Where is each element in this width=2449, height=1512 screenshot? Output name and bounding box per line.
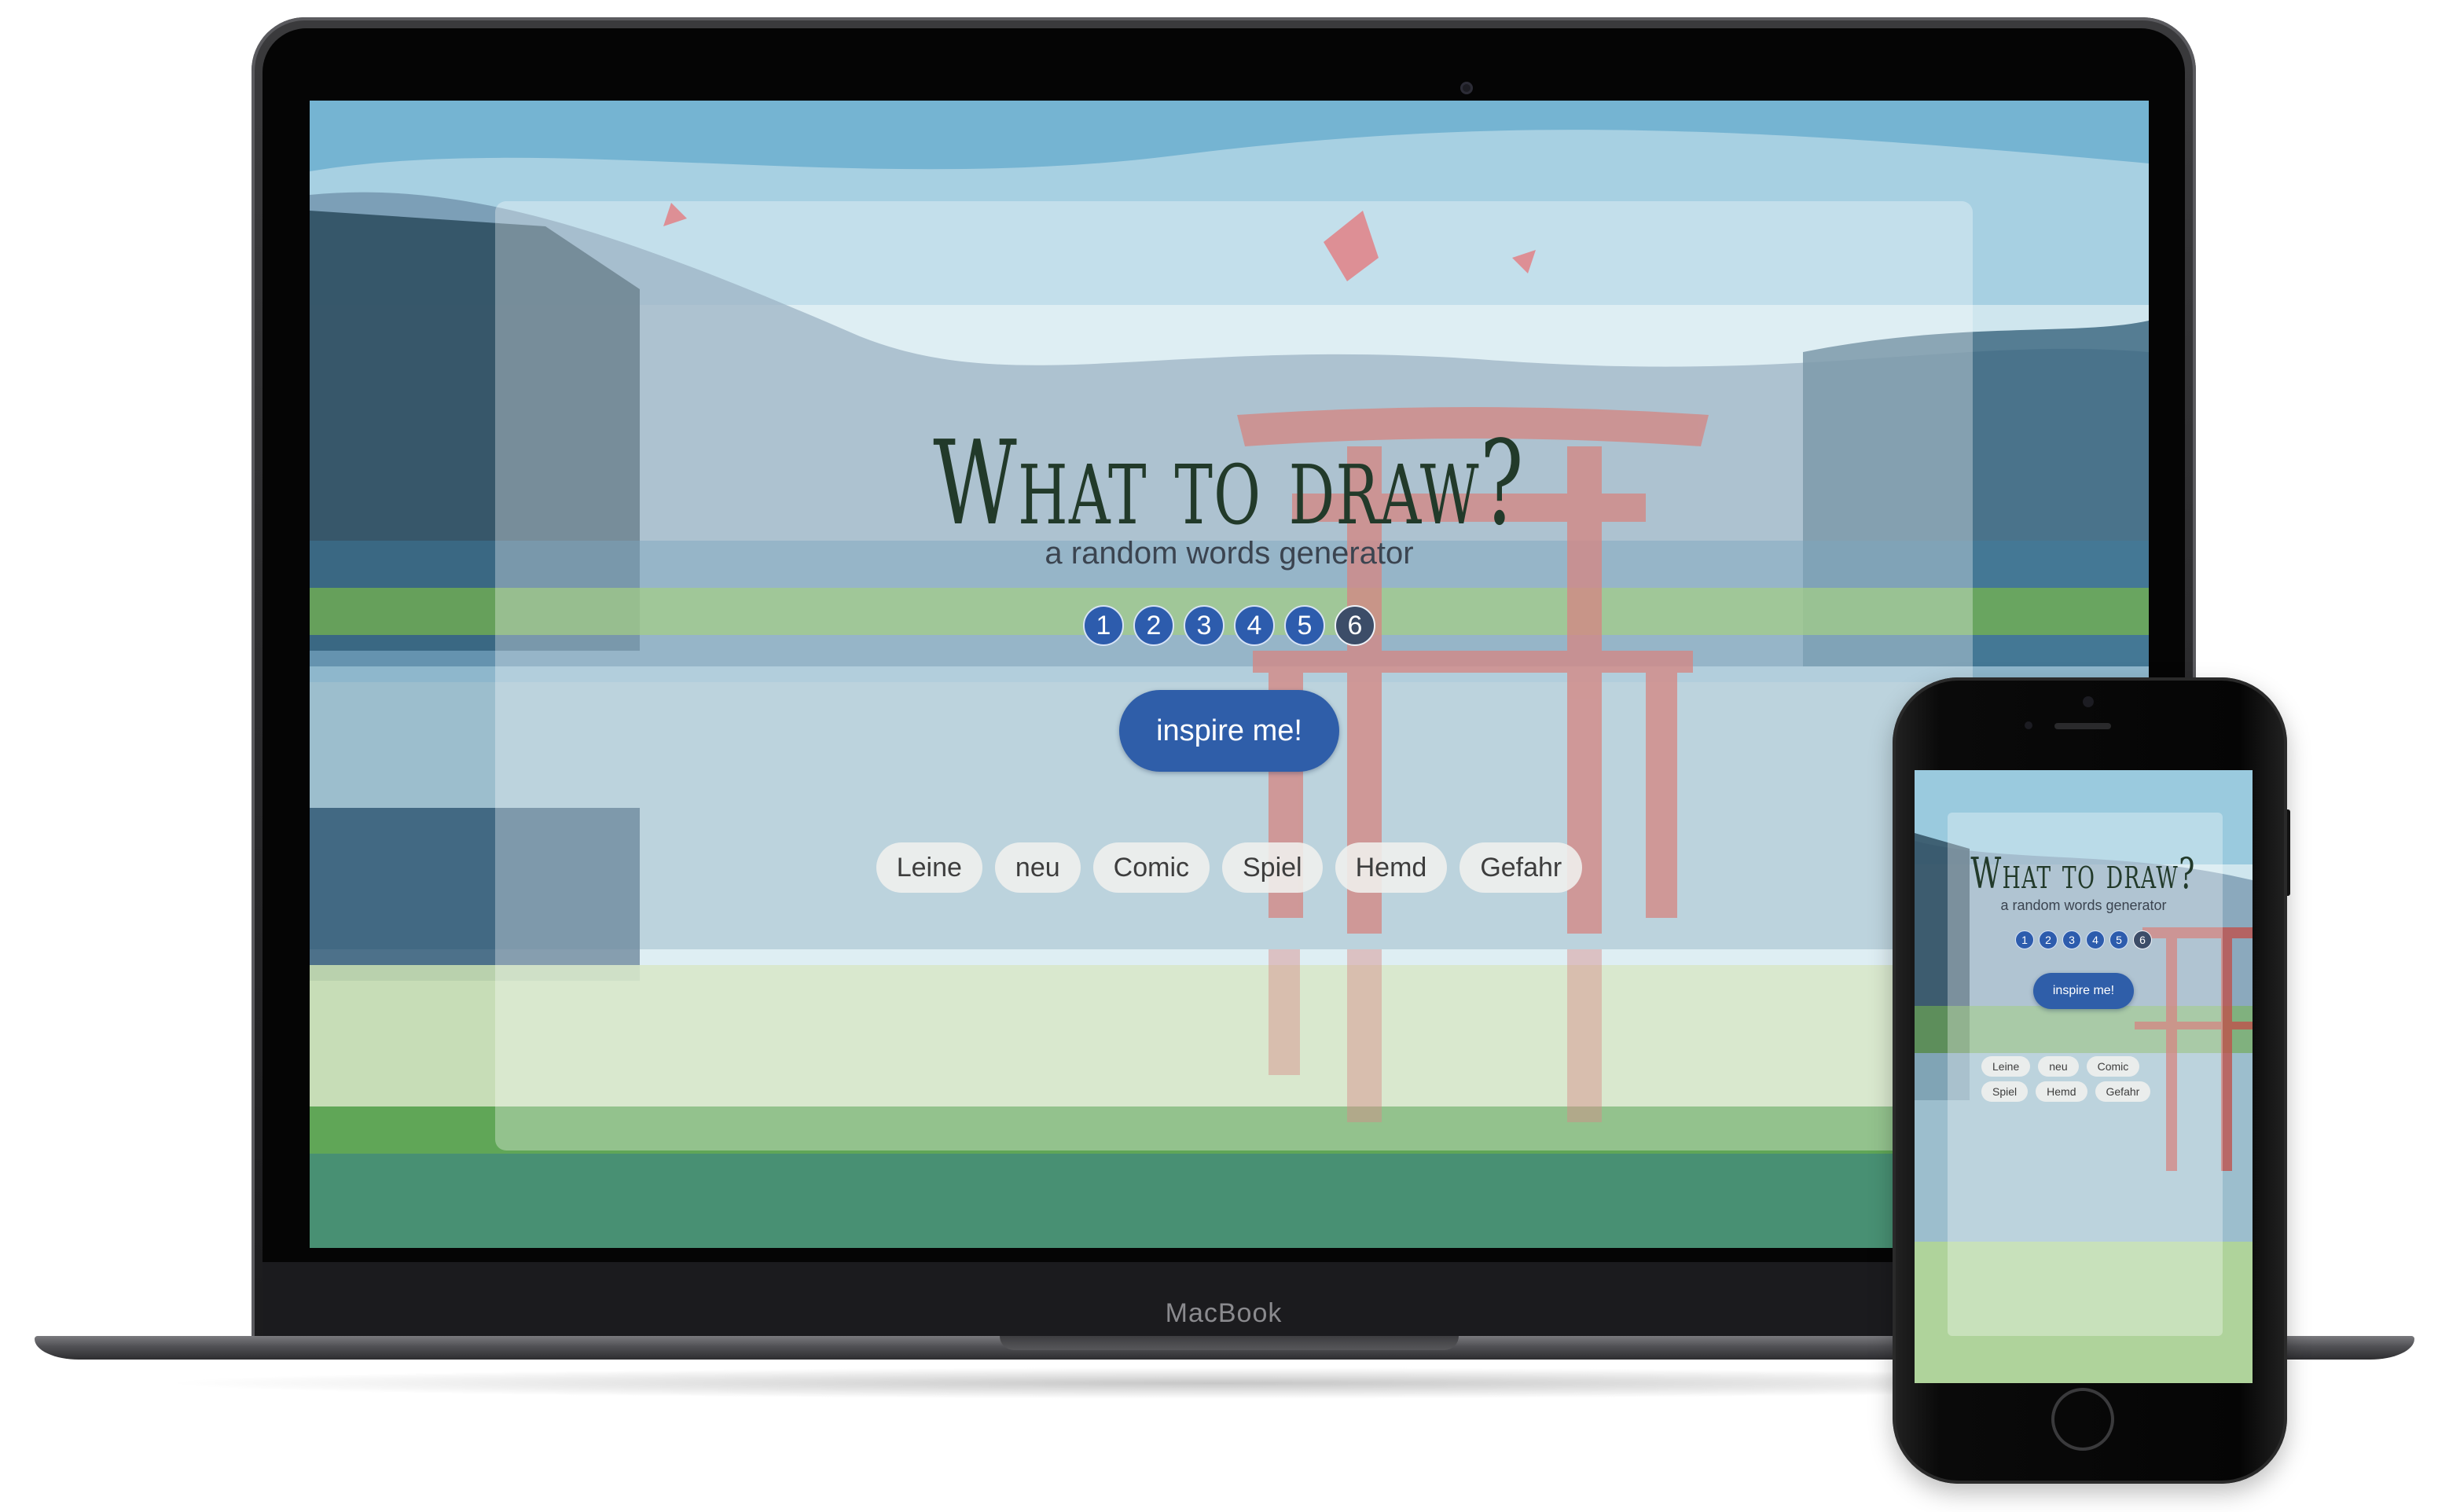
macbook-notch [1000,1336,1459,1350]
app-title: What to draw? [933,416,1526,551]
count-option-4[interactable]: 4 [1234,605,1275,646]
word-chip: Hemd [2036,1081,2087,1102]
app-subtitle: a random words generator [1045,536,1414,571]
word-chip: Comic [1092,842,1210,893]
word-list: Leine neu Comic Spiel Hemd Gefahr [1981,1056,2186,1102]
inspire-button-wrap: inspire me! [310,690,2149,772]
home-button [2051,1388,2114,1451]
count-option-2[interactable]: 2 [1133,605,1174,646]
word-chip: Spiel [1222,842,1323,893]
word-chip: Spiel [1981,1081,2029,1102]
front-camera-icon [2083,696,2094,707]
count-option-5[interactable]: 5 [1284,605,1325,646]
inspire-me-button[interactable]: inspire me! [1119,690,1339,772]
laptop-screen: What to draw? a random words generator 1… [310,101,2149,1248]
word-count-selector: 1 2 3 4 5 6 [310,605,2149,646]
earpiece-speaker [2054,723,2111,729]
app-title-wrap: What to draw? [1915,852,2253,896]
count-option-6-selected[interactable]: 6 [1335,605,1375,646]
word-chip: Gefahr [1459,842,1583,893]
count-option-2[interactable]: 2 [2039,930,2058,949]
word-chip: Leine [876,842,982,893]
app-subtitle: a random words generator [2000,897,2167,913]
count-option-3[interactable]: 3 [1184,605,1224,646]
count-option-4[interactable]: 4 [2086,930,2105,949]
word-chip: Comic [2086,1056,2140,1077]
app-title-wrap: What to draw? [310,424,2149,543]
word-count-selector: 1 2 3 4 5 6 [1915,930,2253,949]
proximity-sensor-icon [2025,721,2032,729]
word-chip: Leine [1981,1056,2031,1077]
count-option-6-selected[interactable]: 6 [2133,930,2152,949]
word-chip: neu [994,842,1081,893]
word-chip: Gefahr [2095,1081,2151,1102]
count-option-1[interactable]: 1 [1083,605,1124,646]
inspire-button-wrap: inspire me! [1915,973,2253,1009]
word-chip: Hemd [1335,842,1448,893]
app-title: What to draw? [1970,849,2197,898]
word-chip: neu [2038,1056,2079,1077]
phone-screen: What to draw? a random words generator 1… [1915,770,2253,1383]
count-option-1[interactable]: 1 [2015,930,2034,949]
inspire-me-button[interactable]: inspire me! [2033,973,2134,1009]
count-option-5[interactable]: 5 [2109,930,2128,949]
count-option-3[interactable]: 3 [2062,930,2081,949]
webcam-icon [1460,82,1473,94]
word-list: Leine neu Comic Spiel Hemd Gefahr [310,842,2149,893]
content-card [495,201,1973,1151]
